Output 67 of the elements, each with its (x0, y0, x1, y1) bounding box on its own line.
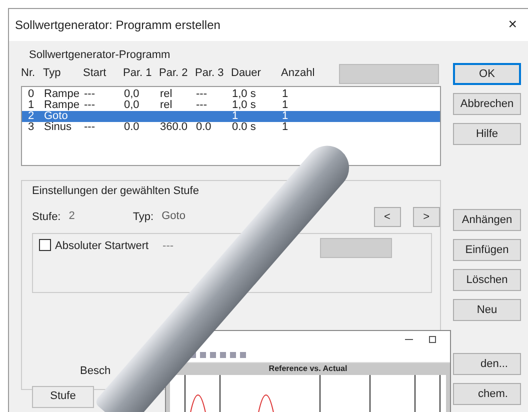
column-header: Nr. (21, 66, 36, 82)
program-row[interactable]: 1 Rampe --- 0,0 rel --- 1,0 s 1 (22, 100, 440, 110)
column-header: Start (83, 66, 108, 82)
dialog-button[interactable]: OK (453, 63, 521, 85)
program-row[interactable]: 3 Sinus --- 0.0 360.0 0.0 0.0 s 1 (22, 122, 440, 132)
checkbox-label: Absoluter Startwert (55, 239, 149, 254)
program-row[interactable]: 2 Goto 1 1 (22, 110, 440, 122)
table-cell: --- (84, 120, 95, 132)
dialog-button[interactable]: Abbrechen (453, 93, 521, 115)
table-cell: 3 (28, 120, 34, 132)
dialog-button[interactable]: Löschen (453, 269, 521, 291)
table-cell: --- (84, 88, 95, 100)
minimize-icon[interactable] (405, 338, 413, 340)
table-cell: 0,0 (124, 98, 140, 110)
field-value: --- (162, 239, 174, 254)
column-header: Par. 1 (123, 66, 153, 82)
dialog-button[interactable]: den... (453, 353, 521, 375)
table-cell: Goto (44, 110, 68, 122)
table-cell: Rampe (44, 88, 80, 100)
next-button[interactable]: > (412, 207, 440, 227)
table-cell: --- (196, 98, 207, 110)
chart-title: Reference vs. Actual (268, 363, 348, 375)
group-label: Einstellungen der gewählten Stufe (32, 184, 199, 196)
table-cell: --- (196, 88, 207, 100)
program-row[interactable]: 0 Rampe --- 0,0 rel --- 1,0 s 1 (22, 88, 440, 100)
dialog-button[interactable]: Anhängen (453, 209, 521, 231)
window-title: Sollwertgenerator: Programm erstellen (15, 17, 220, 34)
dialog-button[interactable]: Neu (453, 299, 521, 321)
checkbox[interactable] (39, 239, 51, 251)
stufe-field[interactable]: 2 (64, 208, 95, 226)
table-cell: 1 (28, 98, 34, 110)
table-cell: 0.0 (196, 120, 212, 132)
stufe-button[interactable]: Stufe (32, 386, 94, 408)
table-cell: 0.0 (124, 120, 140, 132)
table-cell: 1 (282, 120, 288, 132)
table-cell: 1 (282, 98, 288, 110)
column-header: Dauer (231, 66, 262, 82)
table-cell: 1,0 s (232, 88, 256, 100)
table-cell: 360.0 (160, 120, 188, 132)
table-cell: 1 (232, 110, 238, 122)
column-header: Anzahl (281, 66, 316, 82)
table-cell: 0.0 s (232, 120, 256, 132)
table-cell: 0 (28, 88, 34, 100)
table-cell: Rampe (44, 98, 80, 110)
field-label: Besch (80, 364, 111, 379)
table-cell: 0,0 (124, 88, 140, 100)
column-header: Par. 2 (159, 66, 189, 82)
table-cell: rel (160, 98, 172, 110)
table-cell: 1 (282, 88, 288, 100)
previous-button[interactable]: < (374, 207, 401, 227)
dialog-button[interactable]: Einfügen (453, 239, 521, 261)
column-header: Typ (43, 66, 62, 82)
table-cell: rel (160, 88, 172, 100)
table-cell: --- (84, 98, 95, 110)
table-cell: 1 (282, 110, 288, 122)
dialog-button[interactable]: Hilfe (453, 123, 521, 145)
field-label: Stufe: (32, 210, 61, 225)
maximize-icon[interactable] (429, 336, 436, 342)
table-cell: Sinus (44, 120, 72, 132)
group-label: Sollwertgenerator-Programm (29, 48, 172, 63)
field-label: Typ: (132, 210, 154, 225)
typ-field[interactable]: Goto (158, 208, 218, 226)
close-button[interactable]: × (508, 14, 517, 36)
column-header: Par. 3 (195, 66, 225, 82)
table-cell: 1,0 s (232, 98, 256, 110)
dialog-button[interactable]: chem. (453, 383, 521, 405)
table-cell: 2 (28, 110, 34, 122)
